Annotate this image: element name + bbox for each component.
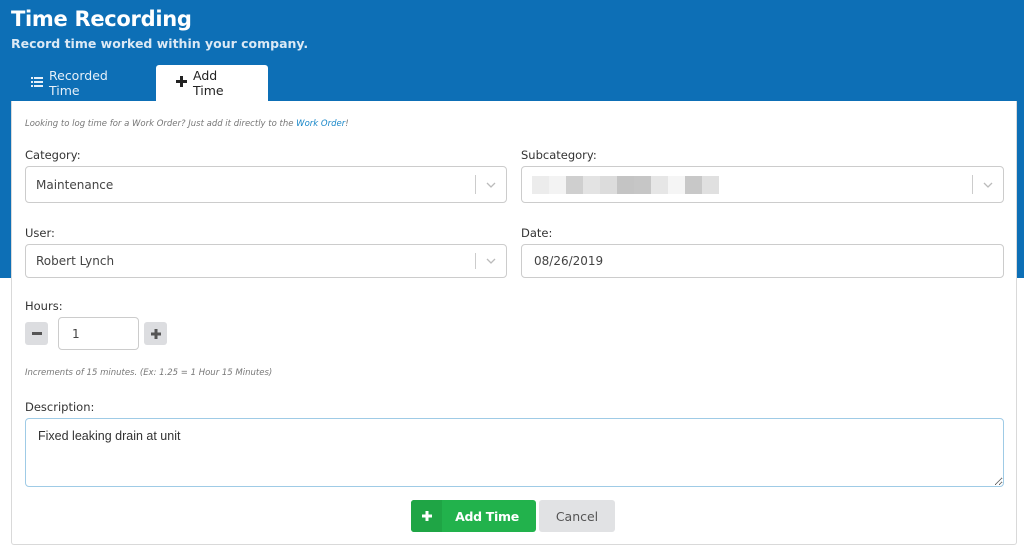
minus-icon [31, 332, 42, 335]
list-icon [31, 76, 43, 91]
hint-suffix: ! [345, 119, 349, 129]
date-input[interactable]: 08/26/2019 [521, 244, 1004, 278]
description-label: Description: [25, 400, 95, 414]
description-textarea[interactable]: Fixed leaking drain at unit [25, 418, 1004, 487]
category-value: Maintenance [36, 177, 114, 192]
select-separator [972, 175, 973, 194]
user-select[interactable]: Robert Lynch [25, 244, 507, 278]
plus-icon [176, 75, 187, 91]
select-separator [475, 175, 476, 194]
chevron-down-icon[interactable] [981, 178, 995, 192]
tab-label: Recorded Time [49, 68, 108, 98]
hours-increment-note: Increments of 15 minutes. (Ex: 1.25 = 1 … [25, 368, 273, 378]
user-value: Robert Lynch [36, 254, 115, 268]
add-time-label: Add Time [455, 508, 519, 524]
hint-text: Looking to log time for a Work Order? Ju… [25, 119, 297, 129]
date-value: 08/26/2019 [534, 254, 604, 268]
subcategory-label: Subcategory: [521, 148, 597, 162]
date-label: Date: [521, 226, 553, 240]
plus-icon [150, 328, 161, 339]
user-label: User: [25, 226, 55, 240]
plus-icon [411, 500, 442, 532]
tab-add-time[interactable]: Add Time [156, 65, 268, 101]
category-select[interactable]: Maintenance [25, 166, 507, 203]
work-order-link[interactable]: Work Order [296, 119, 345, 129]
page-title: Time Recording [11, 7, 192, 31]
hours-increment-button[interactable] [144, 322, 167, 345]
chevron-down-icon[interactable] [484, 178, 498, 192]
hours-label: Hours: [25, 299, 63, 313]
hours-decrement-button[interactable] [25, 322, 48, 345]
page-subtitle: Record time worked within your company. [11, 36, 309, 51]
chevron-down-icon[interactable] [484, 254, 498, 268]
hours-value: 1 [72, 326, 80, 341]
category-label: Category: [25, 148, 81, 162]
work-order-hint: Looking to log time for a Work Order? Ju… [25, 119, 349, 129]
add-time-button[interactable]: Add Time [411, 500, 536, 532]
subcategory-redacted-value [532, 175, 719, 194]
hours-input[interactable]: 1 [58, 317, 139, 350]
subcategory-select[interactable] [521, 166, 1004, 203]
select-separator [475, 253, 476, 269]
cancel-button[interactable]: Cancel [539, 500, 615, 532]
tab-recorded-time[interactable]: Recorded Time [11, 65, 156, 101]
tab-label: Add Time [193, 68, 224, 98]
